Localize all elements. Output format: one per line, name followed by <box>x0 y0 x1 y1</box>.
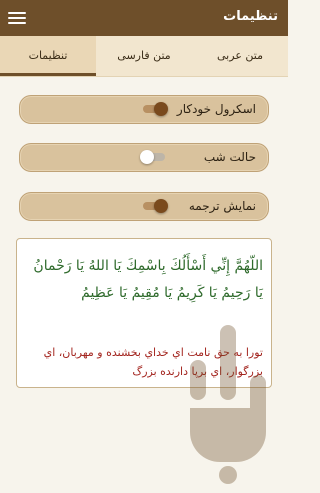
page-title: تنظیمات <box>223 9 278 24</box>
app-logo-watermark <box>190 325 266 484</box>
setting-label: حالت شب <box>203 150 256 164</box>
app-bar: تنظیمات <box>0 0 288 37</box>
auto-scroll-toggle[interactable] <box>140 102 168 116</box>
hamburger-menu-icon[interactable] <box>8 9 26 25</box>
setting-label: نمایش ترجمه <box>188 199 256 213</box>
tab-arabic-text[interactable]: متن عربی <box>192 36 288 76</box>
setting-label: اسکرول خودکار <box>176 102 256 116</box>
tab-bar: متن عربی متن فارسی تنظیمات <box>0 36 288 77</box>
arabic-preview-text: اللّهُمَّ إِنِّي أَسْأَلُكَ بِاسْمِكَ يَ… <box>33 258 263 301</box>
setting-auto-scroll[interactable]: اسکرول خودکار <box>19 95 269 124</box>
setting-night-mode[interactable]: حالت شب <box>19 143 269 172</box>
night-mode-toggle[interactable] <box>140 150 168 164</box>
show-translation-toggle[interactable] <box>140 199 168 213</box>
tab-settings[interactable]: تنظیمات <box>0 36 96 76</box>
setting-show-translation[interactable]: نمایش ترجمه <box>19 192 269 221</box>
tab-persian-text[interactable]: متن فارسی <box>96 36 192 76</box>
